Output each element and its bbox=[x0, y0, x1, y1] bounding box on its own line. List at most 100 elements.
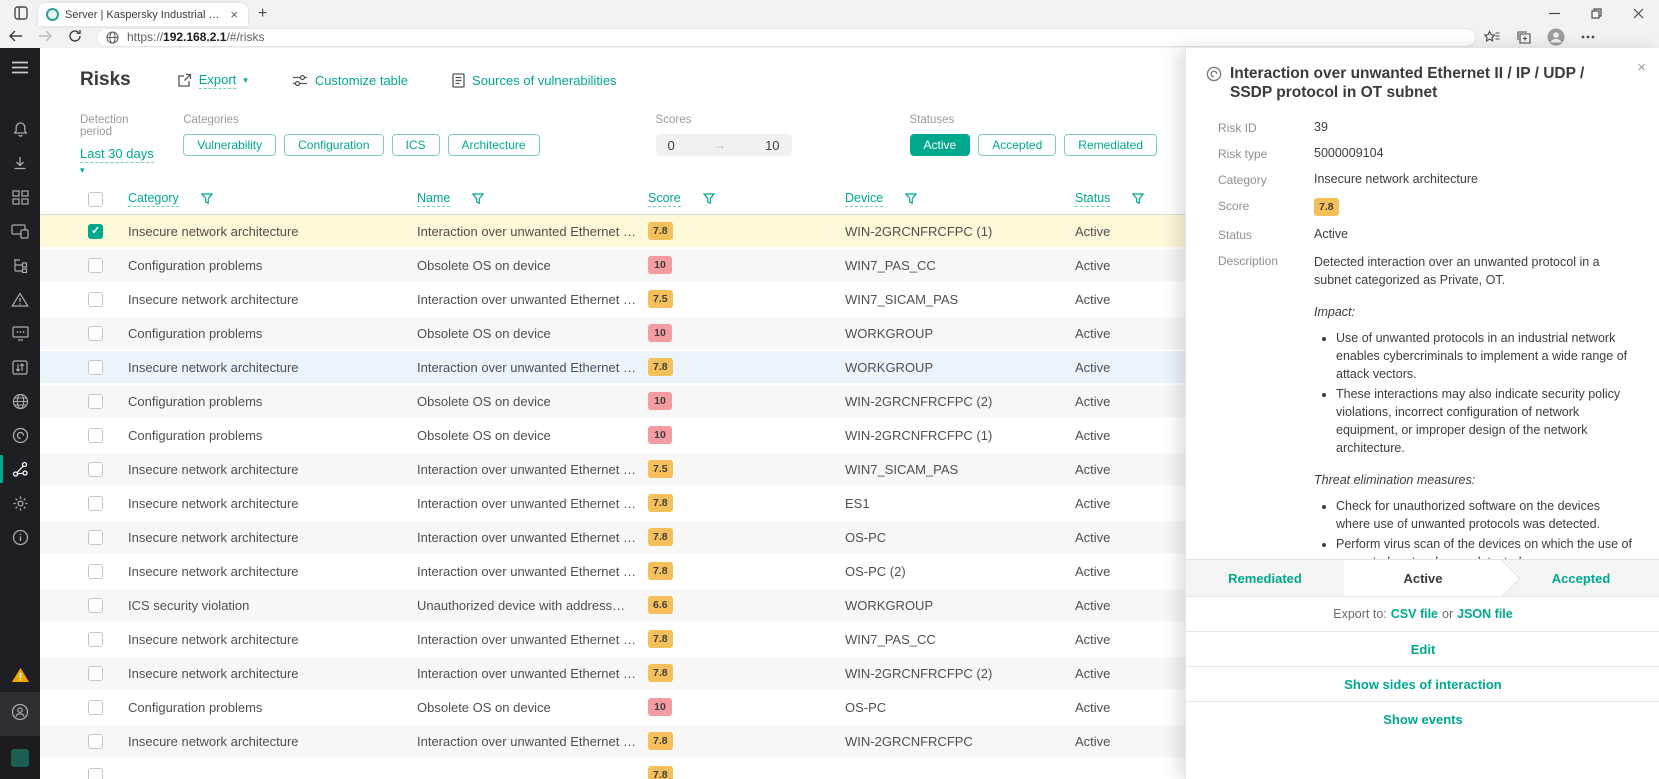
show-events-button[interactable]: Show events bbox=[1186, 701, 1659, 736]
row-checkbox[interactable] bbox=[88, 394, 103, 409]
monitoring-icon[interactable] bbox=[0, 316, 40, 350]
column-name[interactable]: Name bbox=[417, 191, 450, 207]
tab-close-icon[interactable]: × bbox=[228, 8, 240, 21]
new-tab-button[interactable]: + bbox=[258, 6, 267, 22]
row-checkbox[interactable] bbox=[88, 700, 103, 715]
table-row[interactable]: Configuration problems Obsolete OS on de… bbox=[40, 317, 1185, 351]
status-option-accepted[interactable]: Accepted bbox=[1502, 560, 1659, 596]
account-user-icon[interactable] bbox=[11, 703, 29, 726]
row-checkbox[interactable] bbox=[88, 224, 103, 239]
filter-funnel-icon[interactable] bbox=[472, 193, 484, 205]
minimize-icon[interactable] bbox=[1533, 0, 1575, 26]
filter-funnel-icon[interactable] bbox=[1132, 193, 1144, 205]
status-option-active[interactable]: Active bbox=[1344, 560, 1502, 596]
table-row[interactable]: Insecure network architecture Interactio… bbox=[40, 351, 1185, 385]
status-chip-active[interactable]: Active bbox=[910, 134, 971, 156]
category-chip-ics[interactable]: ICS bbox=[392, 134, 440, 156]
row-checkbox[interactable] bbox=[88, 428, 103, 443]
downloads-icon[interactable] bbox=[0, 146, 40, 180]
json-file-link[interactable]: JSON file bbox=[1457, 607, 1513, 621]
table-row[interactable]: Insecure network architecture Interactio… bbox=[40, 725, 1185, 759]
category-chip-architecture[interactable]: Architecture bbox=[448, 134, 540, 156]
row-checkbox[interactable] bbox=[88, 734, 103, 749]
category-chip-vulnerability[interactable]: Vulnerability bbox=[183, 134, 276, 156]
events-warning-icon[interactable] bbox=[0, 282, 40, 316]
row-checkbox[interactable] bbox=[88, 326, 103, 341]
column-score[interactable]: Score bbox=[648, 191, 681, 207]
score-range-input[interactable]: 0 → 10 bbox=[656, 134, 792, 156]
sources-of-vulnerabilities-button[interactable]: Sources of vulnerabilities bbox=[452, 73, 617, 88]
row-checkbox[interactable] bbox=[88, 462, 103, 477]
row-checkbox[interactable] bbox=[88, 496, 103, 511]
filter-funnel-icon[interactable] bbox=[201, 193, 213, 205]
collections-icon[interactable] bbox=[1516, 30, 1531, 44]
detection-period-select[interactable]: Last 30 days ▾ bbox=[80, 146, 155, 176]
category-chip-configuration[interactable]: Configuration bbox=[284, 134, 383, 156]
table-row[interactable]: Insecure network architecture Interactio… bbox=[40, 555, 1185, 589]
sliders-icon bbox=[292, 74, 308, 87]
risks-target-icon[interactable] bbox=[0, 418, 40, 452]
row-checkbox[interactable] bbox=[88, 768, 103, 779]
about-info-icon[interactable] bbox=[0, 520, 40, 554]
table-row[interactable]: Configuration problems Obsolete OS on de… bbox=[40, 249, 1185, 283]
close-window-icon[interactable] bbox=[1617, 0, 1659, 26]
score-max[interactable]: 10 bbox=[765, 138, 779, 153]
table-row[interactable]: 7.8 bbox=[40, 759, 1185, 779]
row-checkbox[interactable] bbox=[88, 258, 103, 273]
show-sides-of-interaction-button[interactable]: Show sides of interaction bbox=[1186, 666, 1659, 701]
row-checkbox[interactable] bbox=[88, 530, 103, 545]
row-checkbox[interactable] bbox=[88, 360, 103, 375]
table-row[interactable]: Insecure network architecture Interactio… bbox=[40, 521, 1185, 555]
row-checkbox[interactable] bbox=[88, 598, 103, 613]
menu-icon[interactable] bbox=[0, 48, 40, 86]
customize-table-button[interactable]: Customize table bbox=[292, 73, 408, 88]
table-row[interactable]: Configuration problems Obsolete OS on de… bbox=[40, 691, 1185, 725]
dashboard-icon[interactable] bbox=[0, 180, 40, 214]
notifications-bell-icon[interactable] bbox=[0, 112, 40, 146]
row-checkbox[interactable] bbox=[88, 564, 103, 579]
column-category[interactable]: Category bbox=[128, 191, 179, 207]
close-icon[interactable]: × bbox=[1637, 60, 1646, 75]
row-checkbox[interactable] bbox=[88, 666, 103, 681]
table-row[interactable]: Configuration problems Obsolete OS on de… bbox=[40, 419, 1185, 453]
table-row[interactable]: Insecure network architecture Interactio… bbox=[40, 487, 1185, 521]
csv-file-link[interactable]: CSV file bbox=[1391, 607, 1438, 621]
favorites-star-icon[interactable] bbox=[1484, 30, 1500, 44]
url-bar[interactable]: https://192.168.2.1/#/risks bbox=[96, 28, 1476, 47]
table-row[interactable]: Insecure network architecture Interactio… bbox=[40, 657, 1185, 691]
interaction-graph-icon[interactable] bbox=[0, 452, 40, 486]
menu-ellipsis-icon[interactable] bbox=[1581, 35, 1595, 39]
assets-devices-icon[interactable] bbox=[0, 214, 40, 248]
browser-tab[interactable]: Server | Kaspersky Industrial Cyb... × bbox=[38, 3, 248, 26]
export-button[interactable]: Export ▾ bbox=[177, 72, 248, 89]
refresh-icon[interactable] bbox=[60, 29, 90, 46]
maximize-icon[interactable] bbox=[1575, 0, 1617, 26]
back-icon[interactable] bbox=[0, 29, 30, 45]
network-tree-icon[interactable] bbox=[0, 248, 40, 282]
row-checkbox[interactable] bbox=[88, 292, 103, 307]
edit-button[interactable]: Edit bbox=[1186, 631, 1659, 666]
tab-layout-icon[interactable] bbox=[8, 3, 34, 23]
table-row[interactable]: Insecure network architecture Interactio… bbox=[40, 623, 1185, 657]
table-row[interactable]: Insecure network architecture Interactio… bbox=[40, 453, 1185, 487]
column-status[interactable]: Status bbox=[1075, 191, 1110, 207]
table-row[interactable]: Insecure network architecture Interactio… bbox=[40, 215, 1185, 249]
profile-avatar-icon[interactable] bbox=[1547, 28, 1565, 46]
column-device[interactable]: Device bbox=[845, 191, 883, 207]
filter-funnel-icon[interactable] bbox=[905, 193, 917, 205]
table-row[interactable]: Configuration problems Obsolete OS on de… bbox=[40, 385, 1185, 419]
status-option-remediated[interactable]: Remediated bbox=[1186, 560, 1344, 596]
web-globe-icon[interactable] bbox=[0, 384, 40, 418]
table-row[interactable]: Insecure network architecture Interactio… bbox=[40, 283, 1185, 317]
status-chip-remediated[interactable]: Remediated bbox=[1064, 134, 1157, 156]
forward-icon[interactable] bbox=[30, 29, 60, 45]
settings-gear-icon[interactable] bbox=[0, 486, 40, 520]
table-row[interactable]: ICS security violation Unauthorized devi… bbox=[40, 589, 1185, 623]
data-transfer-icon[interactable] bbox=[0, 350, 40, 384]
status-chip-accepted[interactable]: Accepted bbox=[978, 134, 1056, 156]
select-all-checkbox[interactable] bbox=[88, 192, 103, 207]
row-checkbox[interactable] bbox=[88, 632, 103, 647]
filter-funnel-icon[interactable] bbox=[703, 193, 715, 205]
license-warning-icon[interactable] bbox=[0, 658, 40, 692]
score-min[interactable]: 0 bbox=[668, 138, 675, 153]
